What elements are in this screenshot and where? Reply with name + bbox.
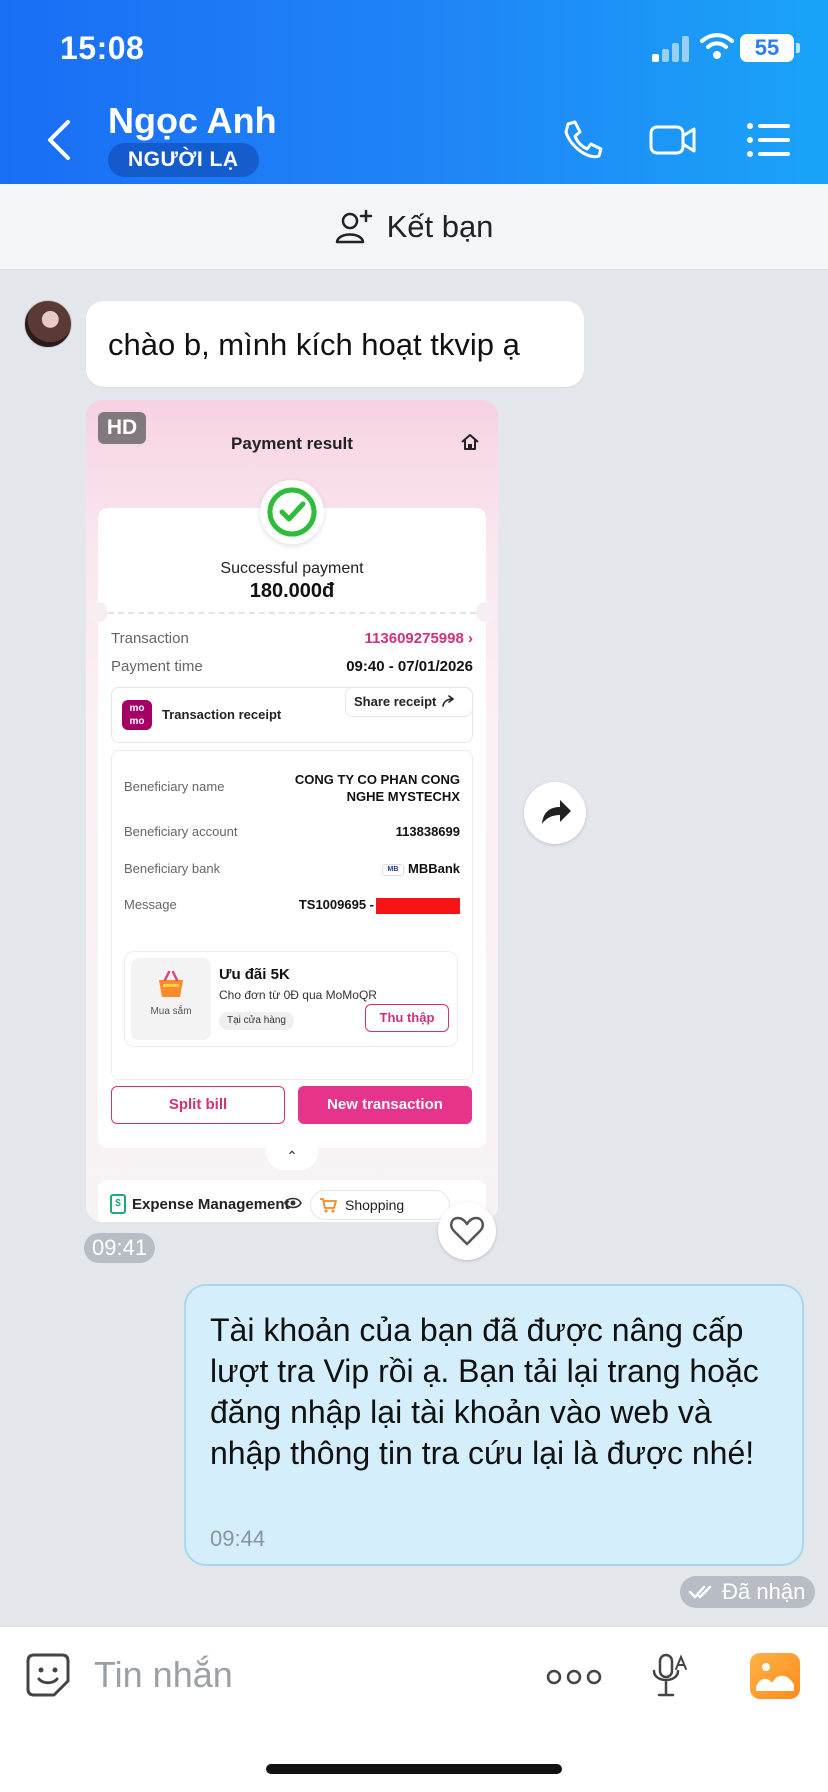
battery-icon: 55 xyxy=(740,34,800,62)
forward-arrow-icon xyxy=(542,800,571,824)
beneficiary-account-row: Beneficiary account 113838699 xyxy=(124,824,460,839)
video-call-icon[interactable] xyxy=(648,118,698,162)
message-timestamp: 09:41 xyxy=(84,1233,156,1263)
chat-header: 15:08 55 Ngọc Anh NGƯỜI LẠ xyxy=(0,0,828,184)
chevron-right-icon: › xyxy=(463,630,473,647)
share-arrow-icon xyxy=(442,695,455,707)
stranger-badge: NGƯỜI LẠ xyxy=(108,143,259,177)
react-heart-button[interactable] xyxy=(438,1202,496,1260)
message-input[interactable] xyxy=(94,1649,514,1701)
voucher-title: Ưu đãi 5K xyxy=(219,966,290,983)
message-label: Message xyxy=(124,897,177,912)
shopping-label: Shopping xyxy=(345,1197,405,1213)
voucher-category: Mua sắm xyxy=(150,1006,192,1017)
voucher-icon-area: Mua sắm xyxy=(131,958,211,1040)
beneficiary-name-line2: NGHE MYSTECHX xyxy=(346,789,460,804)
momo-logo: mo mo xyxy=(122,700,152,730)
outgoing-message-time: 09:44 xyxy=(210,1526,266,1551)
message-row: Message TS1009695 - xyxy=(124,897,460,914)
beneficiary-bank-label: Beneficiary bank xyxy=(124,861,221,876)
wifi-icon xyxy=(700,33,734,59)
beneficiary-account-label: Beneficiary account xyxy=(124,824,238,839)
gallery-photo-glyph xyxy=(756,1663,794,1691)
redaction-bar xyxy=(376,897,460,914)
incoming-message[interactable]: chào b, mình kích hoạt tkvip ạ xyxy=(86,301,584,387)
beneficiary-details: Beneficiary name CONG TY CO PHAN CONG NG… xyxy=(111,750,473,1080)
beneficiary-name-label: Beneficiary name xyxy=(124,779,225,794)
voucher-subtitle: Cho đơn từ 0Đ qua MoMoQR xyxy=(219,988,377,1002)
home-icon xyxy=(461,434,479,450)
sticker-emoji-icon[interactable] xyxy=(24,1651,72,1699)
home-indicator xyxy=(266,1764,562,1774)
beneficiary-name-line1: CONG TY CO PHAN CONG xyxy=(294,772,460,787)
phone-call-icon[interactable] xyxy=(558,118,608,162)
expense-label: Expense Management xyxy=(132,1196,290,1213)
message-value-wrap: TS1009695 - xyxy=(299,897,460,914)
beneficiary-name-row: Beneficiary name CONG TY CO PHAN CONG NG… xyxy=(124,771,460,805)
split-bill-button: Split bill xyxy=(111,1086,285,1124)
outgoing-message-text: Tài khoản của bạn đã được nâng cấp lượt … xyxy=(210,1312,759,1471)
add-friend-bar[interactable]: Kết bạn xyxy=(0,184,828,270)
heart-icon xyxy=(449,1216,485,1246)
success-label: Successful payment xyxy=(220,560,364,577)
add-friend-icon xyxy=(335,209,372,243)
menu-list-icon[interactable] xyxy=(744,118,794,162)
add-friend-label: Kết bạn xyxy=(386,208,494,244)
ticket-notch-left xyxy=(88,602,108,622)
collect-voucher-button: Thu thập xyxy=(365,1004,449,1032)
voice-mic-icon[interactable] xyxy=(650,1651,690,1701)
shopping-chip: Shopping xyxy=(310,1190,450,1220)
eye-icon xyxy=(284,1197,302,1209)
payment-receipt-image[interactable]: HD Payment result Successful payment 180… xyxy=(86,400,498,1222)
double-check-icon xyxy=(688,1585,712,1599)
delivery-status-label: Đã nhận xyxy=(722,1579,806,1604)
beneficiary-bank-value: MBBank xyxy=(407,861,460,876)
receipt-title: Payment result xyxy=(231,434,353,453)
transaction-receipt-box: mo mo Transaction receipt Share receipt xyxy=(111,687,473,743)
voucher-tag: Tại cửa hàng xyxy=(219,1012,294,1030)
mbbank-logo-icon: MB xyxy=(381,863,404,876)
more-options-icon[interactable] xyxy=(546,1667,602,1687)
delivery-status-badge: Đã nhận xyxy=(680,1576,816,1608)
beneficiary-bank-row: Beneficiary bank MB MBBank xyxy=(124,861,460,876)
shopping-basket-icon xyxy=(159,970,183,997)
transaction-row: Transaction 113609275998 › xyxy=(111,630,473,647)
outgoing-message[interactable]: Tài khoản của bạn đã được nâng cấp lượt … xyxy=(184,1284,804,1566)
expense-management-bar: $ Expense Management Shopping xyxy=(98,1180,486,1222)
dashed-divider xyxy=(108,612,476,614)
payment-time-row: Payment time 09:40 - 07/01/2026 xyxy=(111,658,473,675)
payment-time-value: 09:40 - 07/01/2026 xyxy=(346,658,473,675)
share-receipt-button: Share receipt xyxy=(345,687,473,717)
contact-avatar[interactable] xyxy=(24,300,72,348)
beneficiary-name-value: CONG TY CO PHAN CONG NGHE MYSTECHX xyxy=(295,771,460,805)
shopping-cart-icon xyxy=(320,1198,337,1213)
transaction-id: 113609275998 xyxy=(364,630,464,647)
beneficiary-account-value: 113838699 xyxy=(395,824,460,839)
share-receipt-label: Share receipt xyxy=(354,694,437,709)
transaction-label: Transaction xyxy=(111,630,189,647)
receipt-label: Transaction receipt xyxy=(162,707,282,722)
contact-name[interactable]: Ngọc Anh xyxy=(108,100,277,142)
cellular-signal-icon xyxy=(652,36,692,62)
beneficiary-bank-value-wrap: MB MBBank xyxy=(381,861,460,876)
ticket-notch-right xyxy=(476,602,496,622)
voucher-card: Mua sắm Ưu đãi 5K Cho đơn từ 0Đ qua MoMo… xyxy=(124,951,458,1047)
collapse-caret-icon: ⌃ xyxy=(266,1148,318,1170)
gallery-photo-icon[interactable] xyxy=(750,1653,800,1699)
forward-message-button[interactable] xyxy=(524,782,586,844)
back-icon[interactable] xyxy=(40,118,80,162)
message-value: TS1009695 - xyxy=(298,897,374,912)
payment-amount: 180.000đ xyxy=(249,580,335,602)
new-transaction-button: New transaction xyxy=(298,1086,472,1124)
payment-time-label: Payment time xyxy=(111,658,203,675)
status-time: 15:08 xyxy=(60,30,145,66)
expense-icon: $ xyxy=(110,1194,126,1214)
transaction-value-wrap: 113609275998 › xyxy=(365,630,473,647)
success-check-icon xyxy=(260,480,324,544)
